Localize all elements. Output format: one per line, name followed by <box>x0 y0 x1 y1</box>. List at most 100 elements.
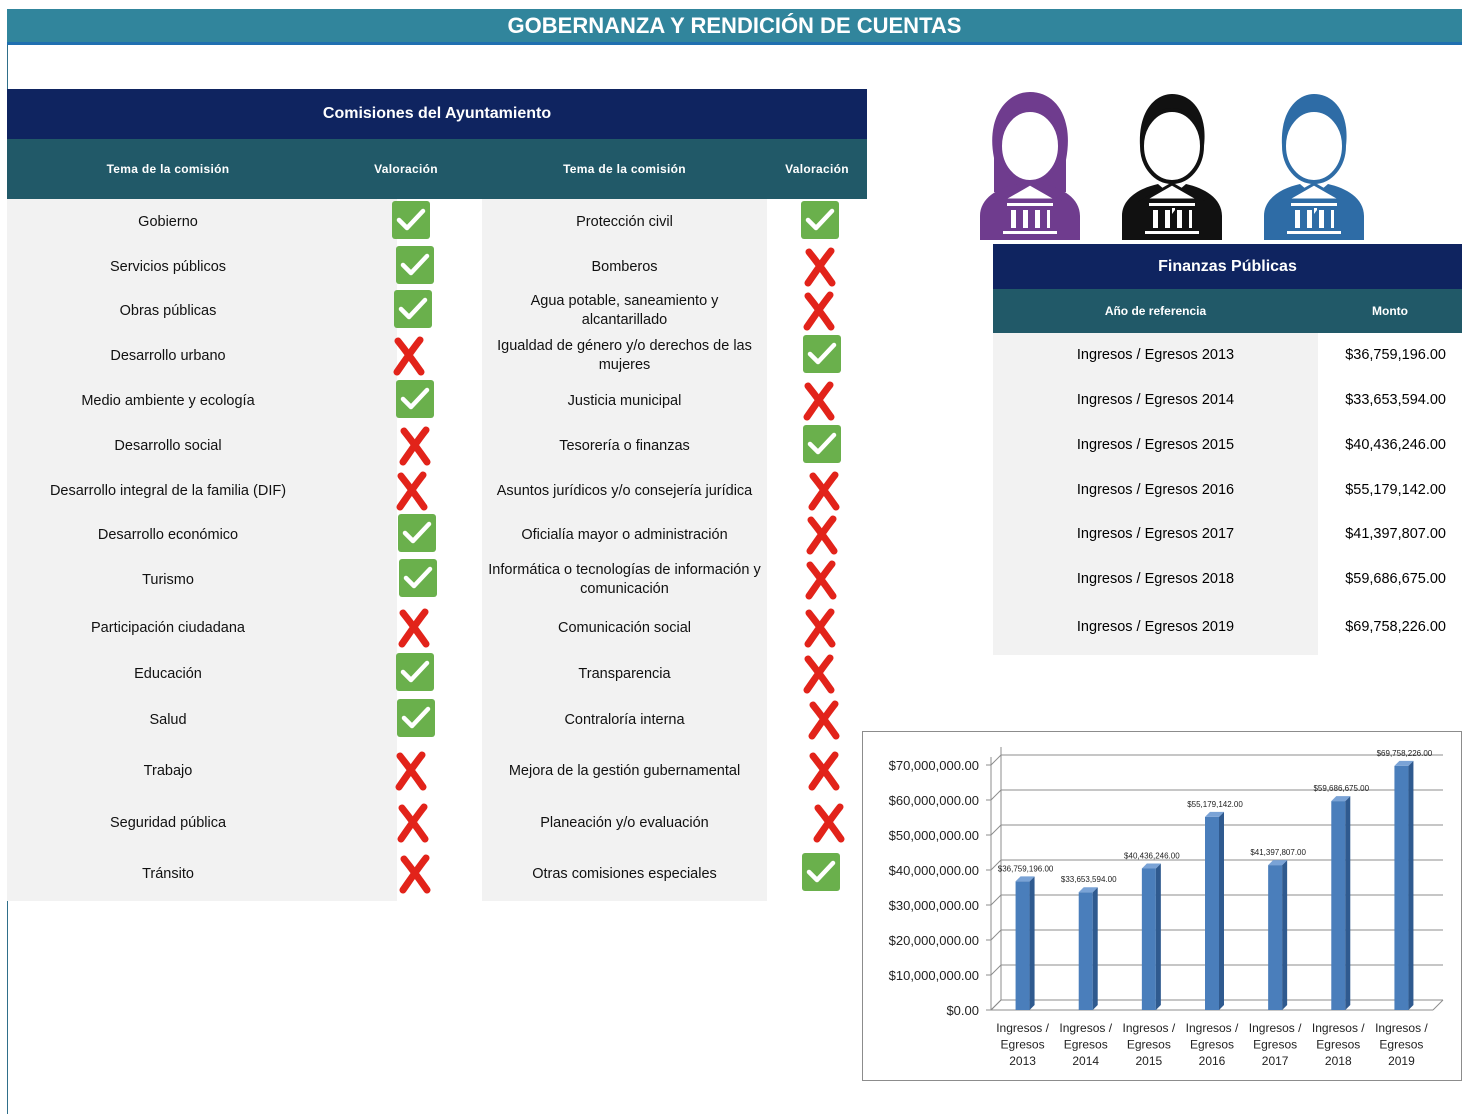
x-axis-end <box>1432 999 1444 1011</box>
commission-topic: Tesorería o finanzas <box>559 437 690 454</box>
finance-header-row: Año de referencia Monto <box>993 289 1462 333</box>
chart-bar-side <box>1345 796 1351 1010</box>
chart-bar <box>1205 816 1219 1010</box>
commission-topic: Otras comisiones especiales <box>532 865 717 882</box>
chart-bar <box>1331 801 1346 1010</box>
chart-data-label: $59,686,675.00 <box>1313 784 1369 793</box>
finance-header-amount: Monto <box>1372 304 1408 318</box>
x-tick-label: Egresos <box>1253 1038 1297 1052</box>
commission-topic: Desarrollo social <box>114 437 222 454</box>
y-tick-label: $60,000,000.00 <box>889 793 979 808</box>
y-tick-label: $20,000,000.00 <box>889 933 979 948</box>
x-tick-label: 2014 <box>1072 1054 1099 1068</box>
header-rating-right: Valoración <box>785 162 849 176</box>
x-tick-label: Egresos <box>1379 1038 1423 1052</box>
chart-bar <box>1078 892 1093 1010</box>
header-topic-right: Tema de la comisión <box>563 162 686 176</box>
check-icon <box>396 653 434 691</box>
x-tick-label: 2017 <box>1262 1054 1289 1068</box>
check-icon <box>399 559 437 597</box>
gridline-side <box>990 964 1002 976</box>
header-topic-left: Tema de la comisión <box>106 162 230 176</box>
finance-row-label: Ingresos / Egresos 2017 <box>1076 526 1235 542</box>
x-tick-label: Egresos <box>1127 1038 1171 1052</box>
x-tick-label: Egresos <box>1001 1038 1045 1052</box>
commission-topic: Medio ambiente y ecología <box>81 392 255 409</box>
gridline-side <box>990 824 1002 836</box>
commission-topic: Obras públicas <box>119 302 217 319</box>
x-tick-label: Egresos <box>1190 1038 1234 1052</box>
cross-icon <box>390 336 428 376</box>
check-icon <box>398 514 436 552</box>
chart-data-label: $41,397,807.00 <box>1250 848 1306 857</box>
male-official-icon <box>1256 88 1372 240</box>
cross-icon <box>805 471 843 511</box>
cross-icon <box>396 426 434 466</box>
commission-topic: Contraloría interna <box>564 711 685 728</box>
x-tick-label: Ingresos / <box>996 1021 1049 1035</box>
chart-bar-side <box>1219 811 1224 1010</box>
x-tick-label: Egresos <box>1316 1038 1360 1052</box>
chart-bar-side <box>1155 863 1161 1010</box>
finance-title: Finanzas Públicas <box>993 244 1462 289</box>
commissions-header-row: Tema de la comisión Valoración Tema de l… <box>7 139 867 199</box>
commission-topic: Igualdad de género y/o derechos de las m… <box>497 338 752 373</box>
commission-topic: Trabajo <box>143 762 193 779</box>
cross-icon <box>396 854 434 894</box>
chart-bar-side <box>1282 860 1288 1010</box>
commission-topic: Tránsito <box>142 865 194 882</box>
chart-data-label: $36,759,196.00 <box>998 864 1054 873</box>
header-rating-left: Valoración <box>374 162 438 176</box>
cross-icon <box>805 700 843 740</box>
gridline-side <box>990 999 1002 1011</box>
cross-icon <box>800 381 838 421</box>
commission-topic: Turismo <box>142 571 194 588</box>
chart-bar <box>1015 881 1030 1010</box>
check-icon <box>801 201 839 239</box>
cross-icon <box>800 654 838 694</box>
finance-row-amount: $36,759,196.00 <box>1345 347 1446 363</box>
commission-topic: Justicia municipal <box>567 392 682 409</box>
x-tick-label: Ingresos / <box>1249 1021 1302 1035</box>
x-tick-label: 2015 <box>1136 1054 1163 1068</box>
x-tick-label: Ingresos / <box>1375 1021 1428 1035</box>
finance-chart: $0.00 $10,000,000.00 $20,000,000.00 $30,000… <box>862 731 1462 1081</box>
cross-icon <box>801 608 839 648</box>
chart-bar-side <box>1408 760 1414 1010</box>
y-tick-label: $50,000,000.00 <box>889 828 979 843</box>
commission-topic: Bomberos <box>591 258 658 275</box>
y-tick-label: $0.00 <box>946 1003 979 1018</box>
x-tick-label: 2013 <box>1009 1054 1036 1068</box>
cross-icon <box>801 247 839 287</box>
female-official-icon <box>972 88 1088 240</box>
x-tick-label: 2018 <box>1325 1054 1352 1068</box>
finance-row-label: Ingresos / Egresos 2014 <box>1076 392 1235 408</box>
y-tick-label: $70,000,000.00 <box>889 758 979 773</box>
finance-chart-svg: $0.00 $10,000,000.00 $20,000,000.00 $30,000… <box>889 747 1444 1068</box>
cross-icon <box>800 291 838 331</box>
gridline-side <box>990 929 1002 941</box>
gridline-side <box>990 754 1002 766</box>
cross-icon <box>803 515 841 555</box>
commission-topic: Transparencia <box>578 665 671 682</box>
check-icon <box>396 380 434 418</box>
finance-row-amount: $41,397,807.00 <box>1345 526 1446 542</box>
finance-row-amount: $59,686,675.00 <box>1345 571 1446 587</box>
check-icon <box>803 425 841 463</box>
chart-bar <box>1268 865 1283 1010</box>
y-tick-label: $30,000,000.00 <box>889 898 979 913</box>
y-tick-label: $40,000,000.00 <box>889 863 979 878</box>
check-icon <box>392 201 430 239</box>
commission-topic: Seguridad pública <box>109 814 227 831</box>
check-icon <box>396 246 434 284</box>
commission-topic: Participación ciudadana <box>91 619 245 636</box>
chart-bar <box>1141 868 1156 1010</box>
check-icon <box>802 853 840 891</box>
commission-topic: Salud <box>149 711 187 728</box>
cross-icon <box>393 471 431 511</box>
commission-topic: Informática o tecnologías de información… <box>488 562 761 597</box>
commission-topic: Gobierno <box>138 213 198 230</box>
gridline-side <box>990 894 1002 906</box>
x-tick-label: Ingresos / <box>1186 1021 1239 1035</box>
chart-bar-side <box>1029 876 1035 1010</box>
